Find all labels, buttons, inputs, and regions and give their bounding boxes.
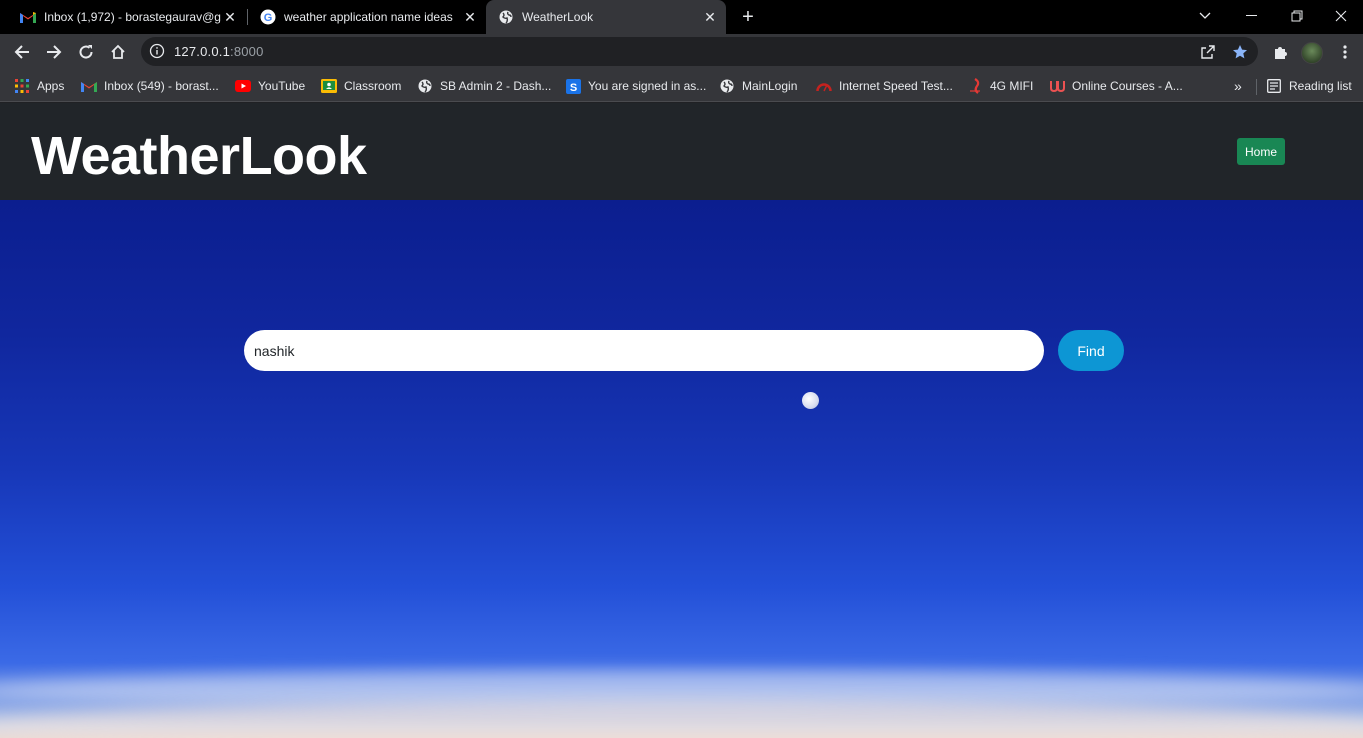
bookmark-4g-mifi[interactable]: 4G MIFI (967, 76, 1033, 96)
restore-icon[interactable] (1274, 0, 1320, 32)
bookmark-gmail-inbox[interactable]: Inbox (549) - borast... (81, 76, 219, 96)
home-icon[interactable] (104, 38, 132, 66)
address-bar[interactable]: 127.0.0.1:8000 (141, 37, 1258, 66)
classroom-icon (321, 78, 337, 94)
bookmark-sb-admin[interactable]: SB Admin 2 - Dash... (417, 76, 551, 96)
url-host: 127.0.0.1 (174, 44, 231, 59)
city-search-input[interactable] (244, 330, 1044, 371)
bookmark-speed-test[interactable]: Internet Speed Test... (816, 76, 953, 96)
google-icon: G (260, 9, 276, 25)
share-icon[interactable] (1194, 38, 1222, 66)
svg-text:G: G (264, 12, 273, 24)
new-tab-icon[interactable]: + (736, 5, 760, 29)
cloud-layer (0, 700, 1363, 738)
tab-title: weather application name ideas (284, 10, 453, 24)
tab-strip: Inbox (1,972) - borastegaurav@g ✕ G weat… (0, 0, 1363, 34)
browser-toolbar: 127.0.0.1:8000 (0, 34, 1363, 70)
moon-image (802, 392, 819, 409)
bookmark-label: Internet Speed Test... (839, 79, 953, 93)
sky-background: Find (0, 200, 1363, 738)
extensions-puzzle-icon[interactable] (1266, 38, 1294, 66)
gmail-icon (20, 9, 36, 25)
tab-title: Inbox (1,972) - borastegaurav@g (44, 10, 221, 24)
tab-weatherlook[interactable]: WeatherLook ✕ (486, 0, 726, 34)
airtel-icon (967, 78, 983, 94)
bookmark-label: You are signed in as... (588, 79, 707, 93)
close-tab-icon[interactable]: ✕ (702, 9, 718, 25)
s-logo-icon: S (565, 78, 581, 94)
bookmark-signed-in[interactable]: S You are signed in as... (565, 76, 706, 96)
site-info-icon[interactable] (149, 43, 165, 59)
svg-text:S: S (569, 82, 576, 94)
tab-title: WeatherLook (522, 10, 594, 24)
home-button[interactable]: Home (1237, 138, 1286, 165)
bookmark-label: Online Courses - A... (1072, 79, 1183, 93)
close-tab-icon[interactable]: ✕ (222, 9, 238, 25)
bookmark-label: MainLogin (742, 79, 798, 93)
globe-icon (719, 78, 735, 94)
bookmark-classroom[interactable]: Classroom (321, 76, 401, 96)
url-text: 127.0.0.1:8000 (174, 44, 264, 59)
forward-icon[interactable] (40, 38, 68, 66)
bookmark-label: Apps (37, 79, 65, 93)
bookmark-label: Inbox (549) - borast... (104, 79, 219, 93)
tab-gmail-inbox[interactable]: Inbox (1,972) - borastegaurav@g ✕ (0, 0, 246, 34)
reading-list-button[interactable]: Reading list (1266, 76, 1352, 96)
page-viewport: WeatherLook Home Find (0, 103, 1363, 738)
bookmarks-separator (1256, 79, 1257, 95)
reading-list-label: Reading list (1289, 79, 1352, 93)
bookmark-label: Classroom (344, 79, 402, 93)
tab-search-chevron-icon[interactable] (1182, 0, 1228, 32)
app-brand[interactable]: WeatherLook (31, 125, 367, 187)
bookmark-online-courses[interactable]: Online Courses - A... (1049, 76, 1183, 96)
globe-icon (417, 78, 433, 94)
bookmarks-bar: Apps Inbox (549) - borast... YouTube Cla… (0, 70, 1363, 102)
url-port: :8000 (230, 44, 264, 59)
reading-list-icon (1266, 78, 1282, 94)
bookmark-youtube[interactable]: YouTube (235, 76, 305, 96)
bookmark-label: 4G MIFI (990, 79, 1034, 93)
apps-grid-icon (14, 78, 30, 94)
bookmark-label: YouTube (258, 79, 306, 93)
speedometer-icon (816, 78, 832, 94)
more-menu-icon[interactable] (1331, 38, 1359, 66)
globe-icon (498, 9, 514, 25)
bookmark-star-icon[interactable] (1226, 38, 1254, 66)
reload-icon[interactable] (72, 38, 100, 66)
app-navbar: WeatherLook Home (0, 103, 1363, 200)
bookmark-apps[interactable]: Apps (14, 76, 64, 96)
bookmark-mainlogin[interactable]: MainLogin (719, 76, 797, 96)
youtube-icon (235, 78, 251, 94)
profile-avatar[interactable] (1301, 42, 1323, 64)
close-tab-icon[interactable]: ✕ (462, 9, 478, 25)
tab-google-search[interactable]: G weather application name ideas ✕ (240, 0, 486, 34)
minimize-icon[interactable] (1228, 0, 1274, 32)
close-window-icon[interactable] (1318, 0, 1363, 32)
find-button[interactable]: Find (1058, 330, 1124, 371)
back-icon[interactable] (8, 38, 36, 66)
gmail-icon (81, 78, 97, 94)
bookmarks-overflow-icon[interactable]: » (1234, 76, 1242, 96)
udemy-icon (1049, 78, 1065, 94)
bookmark-label: SB Admin 2 - Dash... (440, 79, 552, 93)
